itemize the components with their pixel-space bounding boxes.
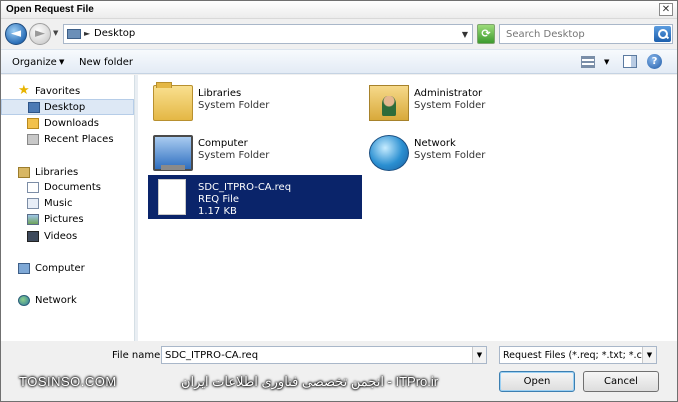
desktop-icon [28,102,40,113]
file-icon [158,179,186,215]
sidebar-label: Network [35,295,77,306]
open-request-file-dialog: Open Request File ✕ ◄ ► ▼ ► Desktop ▼ ⟳ … [0,0,678,402]
item-name: Network [414,138,456,149]
pictures-icon [27,214,39,225]
sidebar-label: Desktop [44,102,86,113]
item-name: SDC_ITPRO-CA.req [198,182,292,193]
sidebar-label: Music [44,198,73,209]
desktop-icon [67,29,81,39]
sidebar-item-recent-places[interactable]: Recent Places [1,132,134,148]
sidebar-item-favorites[interactable]: ★ Favorites [1,84,134,100]
file-name-label: File name: [112,350,164,361]
breadcrumb-arrow-icon[interactable]: ► [84,29,90,38]
view-options-chevron-down-icon[interactable]: ▼ [604,58,609,66]
open-button[interactable]: Open [499,371,575,392]
preview-pane-icon[interactable] [623,55,637,68]
sidebar-item-desktop[interactable]: Desktop [1,99,134,115]
sidebar-label: Computer [35,263,85,274]
sidebar-label: Recent Places [44,134,114,145]
dialog-footer: File name: ▼ Request Files (*.req; *.txt… [1,341,677,401]
watermark-middle: انجمن تخصصی فناوری اطلاعات ایران - ITPro… [181,374,439,389]
item-type: System Folder [198,150,270,161]
item-name: Administrator [414,88,483,99]
cancel-button[interactable]: Cancel [583,371,659,392]
file-name-chevron-down-icon[interactable]: ▼ [472,347,486,363]
item-size: 1.17 KB [198,206,237,217]
network-icon [18,295,30,306]
sidebar-item-network[interactable]: Network [1,293,134,309]
recent-pages-chevron-down-icon[interactable]: ▼ [53,29,58,37]
file-type-chevron-down-icon[interactable]: ▼ [642,347,656,363]
sidebar-item-documents[interactable]: Documents [1,180,134,196]
organize-chevron-down-icon[interactable]: ▼ [59,58,64,66]
sidebar-label: Downloads [44,118,99,129]
sidebar-item-downloads[interactable]: Downloads [1,116,134,132]
list-item[interactable]: Administrator System Folder [364,81,578,125]
search-icon[interactable] [654,26,671,42]
network-globe-icon [369,135,409,171]
list-item[interactable]: Computer System Folder [148,131,362,175]
search-box[interactable] [499,24,673,44]
sidebar-item-computer[interactable]: Computer [1,261,134,277]
user-folder-icon [369,85,409,121]
change-view-icon[interactable] [581,56,595,68]
item-name: Computer [198,138,248,149]
address-bar[interactable]: ► Desktop ▼ [63,24,473,44]
command-toolbar: Organize ▼ New folder ▼ ? [1,49,677,74]
sidebar-label: Videos [44,231,78,242]
music-icon [27,198,39,209]
help-icon[interactable]: ? [647,54,662,69]
sidebar-item-videos[interactable]: Videos [1,229,134,245]
search-input[interactable] [500,25,650,43]
sidebar-label: Favorites [35,86,81,97]
back-button[interactable]: ◄ [5,23,27,45]
computer-icon [18,263,30,274]
close-button[interactable]: ✕ [659,3,673,16]
navigation-pane: ★ Favorites Desktop Downloads Recent Pla… [1,75,135,341]
item-name: Libraries [198,88,242,99]
star-icon: ★ [18,83,30,98]
item-type: REQ File [198,194,240,205]
title-bar: Open Request File ✕ [1,1,677,19]
documents-icon [27,182,39,193]
sidebar-label: Documents [44,182,102,193]
recent-places-icon [27,134,39,145]
sidebar-item-music[interactable]: Music [1,196,134,212]
downloads-folder-icon [27,118,39,129]
file-type-select[interactable]: Request Files (*.req; *.txt; *.cmc ▼ [499,346,657,364]
libraries-icon [18,167,30,178]
sidebar-item-libraries[interactable]: Libraries [1,165,134,181]
watermark-left: TOSINSO.COM [19,374,117,389]
list-item[interactable]: Network System Folder [364,131,578,175]
file-list: Libraries System Folder Administrator Sy… [138,75,677,341]
item-type: System Folder [198,100,270,111]
list-item[interactable]: Libraries System Folder [148,81,362,125]
computer-icon [153,135,193,171]
libraries-folder-icon [153,82,193,121]
sidebar-label: Pictures [44,214,84,225]
organize-button[interactable]: Organize [12,57,57,68]
new-folder-button[interactable]: New folder [79,57,133,68]
forward-button[interactable]: ► [29,23,51,45]
refresh-button[interactable]: ⟳ [477,24,495,44]
file-name-combobox[interactable]: ▼ [161,346,487,364]
file-name-input[interactable] [162,347,470,363]
item-type: System Folder [414,150,486,161]
address-row: ◄ ► ▼ ► Desktop ▼ ⟳ [1,21,677,47]
file-type-value: Request Files (*.req; *.txt; *.cmc [503,350,657,361]
sidebar-item-pictures[interactable]: Pictures [1,212,134,228]
address-chevron-down-icon[interactable]: ▼ [462,30,468,39]
item-type: System Folder [414,100,486,111]
sidebar-label: Libraries [35,167,79,178]
list-item-selected[interactable]: SDC_ITPRO-CA.req REQ File 1.17 KB [148,175,362,219]
videos-icon [27,231,39,242]
window-title: Open Request File [6,4,94,15]
breadcrumb-desktop[interactable]: Desktop [94,28,135,39]
